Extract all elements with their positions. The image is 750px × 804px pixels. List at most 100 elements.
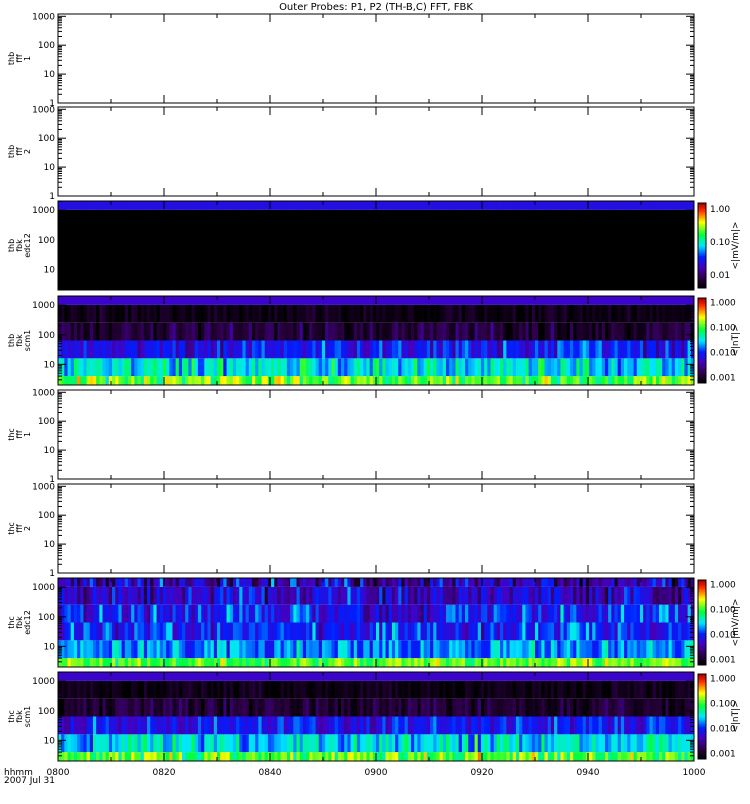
spectrogram-cell	[204, 734, 208, 752]
spectrogram-cell	[90, 587, 94, 605]
spectrogram-cell	[386, 210, 390, 290]
panel-label-line: edc12	[23, 610, 32, 635]
spectrogram-cell	[115, 376, 119, 385]
spectrogram-cell	[684, 672, 688, 681]
spectrogram-cell	[637, 605, 641, 623]
spectrogram-cell	[503, 201, 507, 210]
spectrogram-cell	[624, 699, 628, 717]
spectrogram-cell	[271, 587, 275, 605]
spectrogram-cell	[118, 672, 122, 681]
spectrogram-cell	[659, 681, 663, 699]
spectrogram-cell	[80, 210, 84, 290]
spectrogram-cell	[217, 376, 221, 385]
spectrogram-cell	[255, 305, 259, 323]
spectrogram-cell	[541, 605, 545, 623]
spectrogram-cell	[211, 605, 215, 623]
spectrogram-cell	[141, 323, 145, 341]
spectrogram-cell	[643, 358, 647, 376]
spectrogram-cell	[271, 681, 275, 699]
colorbar: 0.0010.0100.1001.000<|mV/m|>	[698, 580, 741, 666]
spectrogram-cell	[678, 341, 682, 359]
spectrogram-cell	[424, 623, 428, 641]
spectrogram-cell	[83, 658, 87, 667]
spectrogram-cell	[548, 358, 552, 376]
spectrogram-cell	[160, 699, 164, 717]
spectrogram-cell	[430, 376, 434, 385]
spectrogram-cell	[408, 672, 412, 681]
spectrogram-cell	[595, 210, 599, 290]
spectrogram-cell	[236, 323, 240, 341]
spectrogram-cell	[227, 658, 231, 667]
spectrogram-cell	[675, 717, 679, 735]
spectrogram-cell	[198, 376, 202, 385]
spectrogram-cell	[599, 658, 603, 667]
spectrogram-cell	[567, 296, 571, 305]
spectrogram-cell	[74, 752, 78, 761]
spectrogram-cell	[649, 341, 653, 359]
spectrogram-cell	[640, 699, 644, 717]
spectrogram-cell	[125, 658, 129, 667]
spectrogram-cell	[220, 752, 224, 761]
spectrogram-cell	[490, 734, 494, 752]
spectrogram-cell	[347, 305, 351, 323]
spectrogram-cell	[618, 296, 622, 305]
spectrogram-cell	[503, 699, 507, 717]
spectrogram-cell	[303, 341, 307, 359]
spectrogram-cell	[284, 358, 288, 376]
spectrogram-cell	[331, 752, 335, 761]
spectrogram-cell	[494, 376, 498, 385]
spectrogram-cell	[271, 717, 275, 735]
spectrogram-cell	[360, 323, 364, 341]
spectrogram-cell	[281, 376, 285, 385]
spectrogram-cell	[354, 341, 358, 359]
spectrogram-cell	[421, 323, 425, 341]
spectrogram-cell	[535, 605, 539, 623]
spectrogram-cell	[405, 640, 409, 658]
spectrogram-cell	[541, 210, 545, 290]
spectrogram-cell	[395, 587, 399, 605]
spectrogram-cell	[497, 305, 501, 323]
spectrogram-cell	[274, 201, 278, 210]
spectrogram-cell	[236, 296, 240, 305]
spectrogram-cell	[87, 672, 91, 681]
spectrogram-cell	[522, 376, 526, 385]
spectrogram-cell	[627, 323, 631, 341]
spectrogram-cell	[163, 201, 167, 210]
spectrogram-cell	[265, 201, 269, 210]
spectrogram-cell	[141, 587, 145, 605]
spectrogram-cell	[640, 605, 644, 623]
spectrogram-cell	[662, 699, 666, 717]
spectrogram-cell	[71, 210, 75, 290]
spectrogram-cell	[497, 578, 501, 587]
spectrogram-cell	[179, 717, 183, 735]
spectrogram-cell	[115, 752, 119, 761]
spectrogram-cell	[627, 210, 631, 290]
spectrogram-cell	[519, 376, 523, 385]
spectrogram-cell	[621, 323, 625, 341]
spectrogram-cell	[618, 587, 622, 605]
spectrogram-cell	[192, 681, 196, 699]
spectrogram-cell	[236, 623, 240, 641]
panel-label: thbfff1	[7, 52, 32, 65]
spectrogram-cell	[99, 752, 103, 761]
spectrogram-cell	[649, 578, 653, 587]
spectrogram-cell	[411, 296, 415, 305]
spectrogram-cell	[328, 358, 332, 376]
spectrogram-cell	[538, 296, 542, 305]
spectrogram-cell	[449, 201, 453, 210]
spectrogram-cell	[201, 376, 205, 385]
spectrogram-cell	[344, 587, 348, 605]
spectrogram-cell	[465, 210, 469, 290]
spectrogram-cell	[277, 210, 281, 290]
spectrogram-cell	[106, 672, 110, 681]
spectrogram-cell	[172, 305, 176, 323]
spectrogram-cell	[68, 305, 72, 323]
spectrogram-cell	[179, 734, 183, 752]
spectrogram-cell	[532, 323, 536, 341]
spectrogram-cell	[242, 323, 246, 341]
spectrogram-cell	[220, 681, 224, 699]
spectrogram-cell	[580, 358, 584, 376]
spectrogram-cell	[163, 341, 167, 359]
spectrogram-cell	[656, 323, 660, 341]
spectrogram-cell	[640, 210, 644, 290]
